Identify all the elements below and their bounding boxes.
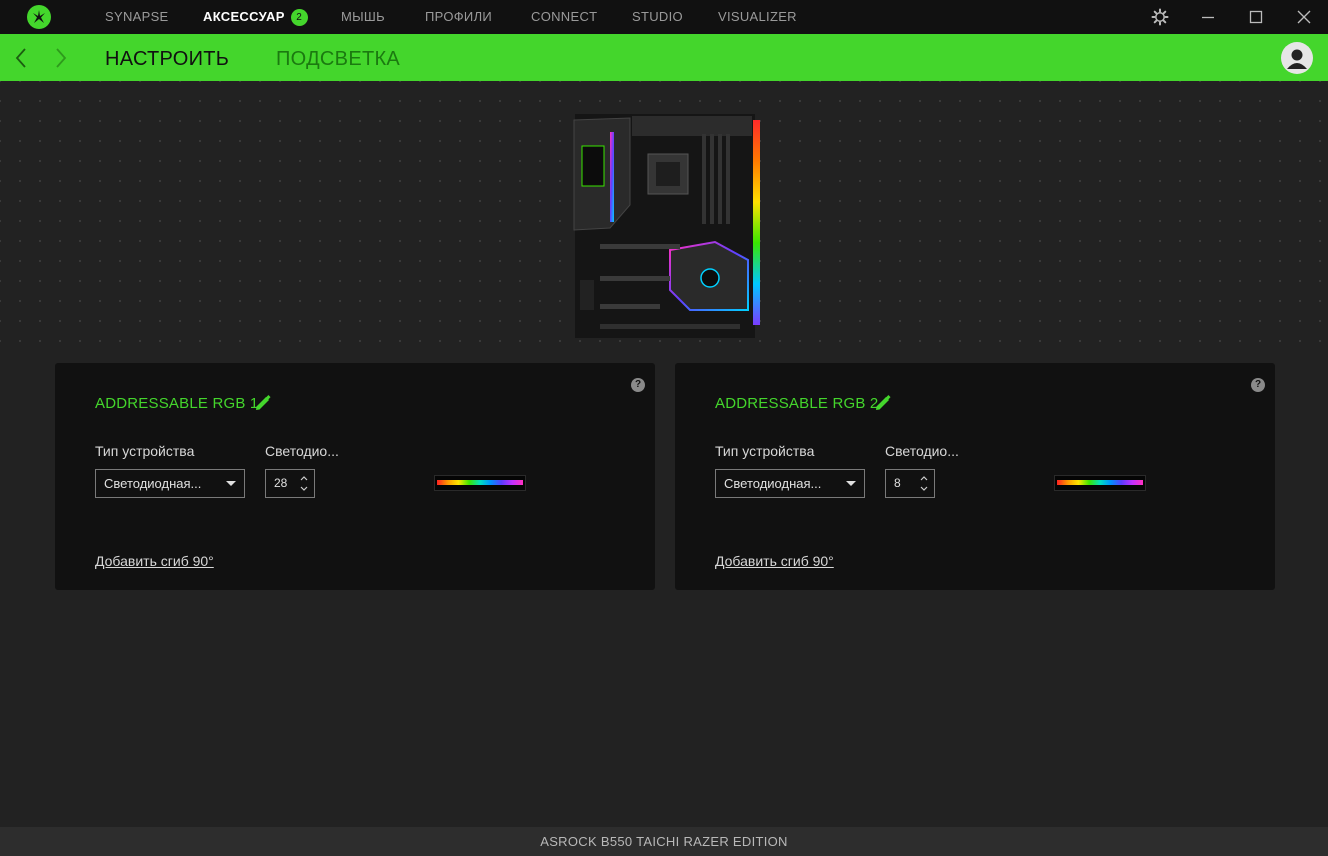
decrement-arrow-icon[interactable] [918,484,930,494]
tab-visualizer[interactable]: VISUALIZER [718,0,797,34]
led-count-label: Светодио... [265,443,339,459]
tab-label: STUDIO [632,9,683,24]
tab-label: SYNAPSE [105,9,169,24]
back-arrow-icon[interactable] [12,45,32,71]
select-value: Светодиодная... [724,476,822,491]
close-icon[interactable] [1294,7,1314,27]
led-count-label: Светодио... [885,443,959,459]
settings-gear-icon[interactable] [1150,7,1170,27]
user-avatar-icon[interactable] [1281,42,1313,74]
tab-profiles[interactable]: ПРОФИЛИ [425,0,492,34]
tab-lighting[interactable]: ПОДСВЕТКА [276,34,400,81]
device-type-label: Тип устройства [715,443,815,459]
card-title: ADDRESSABLE RGB 2 [715,395,879,412]
razer-logo-icon[interactable] [27,5,51,29]
tab-label: МЫШЬ [341,9,385,24]
help-icon[interactable]: ? [1251,378,1265,392]
led-count-stepper[interactable]: 28 [265,469,315,498]
stepper-value: 28 [274,476,288,490]
tab-studio[interactable]: STUDIO [632,0,683,34]
edit-pencil-icon[interactable] [254,394,272,412]
tab-label: АКСЕССУАР [203,9,285,24]
device-name-footer: ASROCK B550 TAICHI RAZER EDITION [0,827,1328,856]
accessory-count-badge: 2 [290,9,308,26]
edit-pencil-icon[interactable] [874,394,892,412]
motherboard-image [570,110,765,342]
top-bar: SYNAPSE АКСЕССУАР 2 МЫШЬ ПРОФИЛИ CONNECT … [0,0,1328,34]
device-type-select[interactable]: Светодиодная... [95,469,245,498]
rgb-gradient-band [1057,480,1143,485]
device-type-label: Тип устройства [95,443,195,459]
stepper-value: 8 [894,476,901,490]
increment-arrow-icon[interactable] [298,473,310,483]
tab-mouse[interactable]: МЫШЬ [341,0,385,34]
tab-label: VISUALIZER [718,9,797,24]
chevron-down-icon [846,481,856,486]
increment-arrow-icon[interactable] [918,473,930,483]
minimize-icon[interactable] [1198,7,1218,27]
tab-customize[interactable]: НАСТРОИТЬ [105,34,229,81]
tab-connect[interactable]: CONNECT [531,0,597,34]
decrement-arrow-icon[interactable] [298,484,310,494]
tab-label: ПРОФИЛИ [425,9,493,24]
led-strip-preview [434,475,526,491]
select-value: Светодиодная... [104,476,202,491]
forward-arrow-icon[interactable] [50,45,70,71]
led-strip-preview [1054,475,1146,491]
help-icon[interactable]: ? [631,378,645,392]
sub-navigation-bar: НАСТРОИТЬ ПОДСВЕТКА [0,34,1328,81]
addressable-rgb-card-1: ADDRESSABLE RGB 1 ? Тип устройства Свето… [55,363,655,590]
led-count-stepper[interactable]: 8 [885,469,935,498]
add-90-bend-link[interactable]: Добавить сгиб 90° [95,553,214,569]
tab-synapse[interactable]: SYNAPSE [105,0,169,34]
tab-accessory[interactable]: АКСЕССУАР 2 [203,0,308,34]
device-type-select[interactable]: Светодиодная... [715,469,865,498]
addressable-rgb-card-2: ADDRESSABLE RGB 2 ? Тип устройства Свето… [675,363,1275,590]
tab-label: CONNECT [531,9,598,24]
maximize-icon[interactable] [1246,7,1266,27]
chevron-down-icon [226,481,236,486]
card-title: ADDRESSABLE RGB 1 [95,395,259,412]
rgb-gradient-band [437,480,523,485]
add-90-bend-link[interactable]: Добавить сгиб 90° [715,553,834,569]
